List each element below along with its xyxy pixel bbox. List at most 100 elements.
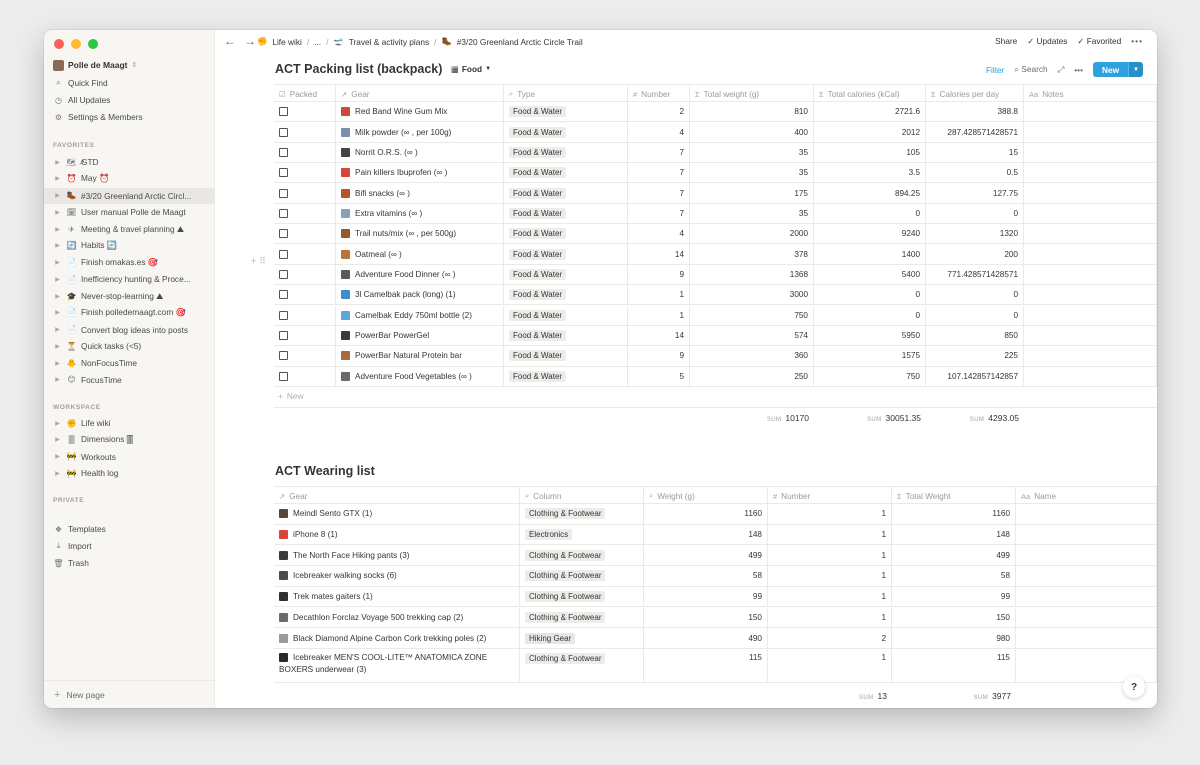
sidebar-favorite-item[interactable]: ▶ 📄 Finish polledemaagt.com 🎯 [44, 305, 215, 321]
per_day-cell[interactable]: 0 [926, 285, 1024, 305]
packed-checkbox[interactable] [279, 208, 288, 218]
table-row[interactable]: Norrit O.R.S. (∞ ) Food & Water 7 35 105 15 [274, 142, 1157, 164]
expand-triangle-icon[interactable]: ▶ [53, 309, 62, 316]
sidebar-item-trash[interactable]: 🗑 Trash [44, 555, 215, 571]
packed-checkbox[interactable] [279, 127, 288, 137]
total-cell[interactable]: 58 [892, 566, 1016, 586]
notes-cell[interactable] [1024, 224, 1157, 244]
notes-cell[interactable] [1024, 285, 1157, 305]
zoom-window-button[interactable] [88, 39, 98, 49]
packed-checkbox[interactable] [279, 371, 288, 381]
col-calories-per-day-header[interactable]: Σ Calories per day [926, 85, 1024, 103]
gear-cell[interactable]: 3l Camelbak pack (long) (1) [336, 285, 504, 305]
table-row[interactable]: Pain killers Ibuprofen (∞ ) Food & Water 7… [274, 163, 1157, 184]
col-total-weight-header[interactable]: Σ Total weight (g) [690, 85, 814, 103]
table-row[interactable]: Meindl Sento GTX (1) Clothing & Footwear 1… [274, 504, 1157, 525]
new-page-button[interactable]: + New page [44, 680, 215, 708]
packed-checkbox[interactable] [279, 351, 288, 361]
expand-triangle-icon[interactable]: ▶ [53, 192, 62, 199]
sidebar-favorite-item[interactable]: ▶ 📄 Convert blog ideas into posts [44, 322, 215, 338]
packed-checkbox[interactable] [279, 188, 288, 198]
sidebar-item-import[interactable]: ⤓ Import [44, 538, 215, 554]
type-cell[interactable]: Food & Water [504, 305, 628, 325]
plus-icon[interactable]: + [251, 256, 256, 267]
new-record-button[interactable]: New ▼ [1092, 62, 1143, 77]
per_day-cell[interactable]: 388.8 [926, 102, 1024, 122]
gear-cell[interactable]: Trek mates gaiters (1) [274, 586, 520, 607]
type-cell[interactable]: Food & Water [504, 122, 628, 142]
per_day-cell[interactable]: 0 [926, 305, 1024, 325]
number-cell[interactable]: 1 [768, 586, 892, 607]
packed-checkbox[interactable] [279, 290, 288, 300]
number-cell[interactable]: 1 [768, 524, 892, 545]
calories-cell[interactable]: 9240 [814, 224, 926, 244]
gear-cell[interactable]: Black Diamond Alpine Carbon Cork trekkin… [274, 628, 520, 648]
table-row[interactable]: Milk powder (∞ , per 100g) Food & Water 4 4… [274, 122, 1157, 143]
per_day-cell[interactable]: 771.428571428571 [926, 264, 1024, 285]
expand-triangle-icon[interactable]: ▶ [53, 259, 62, 266]
sum-number[interactable]: SUM 13 [859, 691, 887, 701]
col-gear-header[interactable]: ↗ Gear [336, 85, 504, 103]
gear-cell[interactable]: Trail nuts/mix (∞ , per 500g) [336, 224, 504, 244]
type-cell[interactable]: Food & Water [504, 244, 628, 264]
gear-cell[interactable]: Pain killers Ibuprofen (∞ ) [336, 163, 504, 183]
weight-cell[interactable]: 810 [690, 102, 814, 122]
packed-checkbox[interactable] [279, 249, 288, 259]
sidebar-workspace-item[interactable]: ▶ 🀫 Dimensions 🀫 [44, 432, 215, 448]
type-cell[interactable]: Food & Water [504, 224, 628, 244]
gear-cell[interactable]: Red Band Wine Gum Mix [336, 102, 504, 122]
type-cell[interactable]: Food & Water [504, 203, 628, 224]
per_day-cell[interactable]: 850 [926, 325, 1024, 346]
notes-cell[interactable] [1024, 325, 1157, 346]
breadcrumb-ellipsis[interactable]: ... [314, 37, 321, 47]
total-cell[interactable]: 1160 [892, 504, 1016, 524]
sidebar-favorite-item[interactable]: ▶ ⏳ Quick tasks (<5) [44, 338, 215, 354]
sidebar-favorite-item[interactable]: ▶ ⏰ May ⏰ [44, 171, 215, 187]
notes-cell[interactable] [1024, 305, 1157, 325]
expand-triangle-icon[interactable]: ▶ [53, 242, 62, 249]
col-number-header[interactable]: # Number [768, 487, 892, 505]
per_day-cell[interactable]: 15 [926, 142, 1024, 163]
notes-cell[interactable] [1024, 122, 1157, 142]
workspace-switcher[interactable]: Polle de Maagt ⇕ [53, 58, 137, 72]
sidebar-favorite-item[interactable]: ▶ 🗺 ↗ GTD [44, 154, 215, 170]
gear-cell[interactable]: The North Face Hiking pants (3) [274, 545, 520, 566]
expand-triangle-icon[interactable]: ▶ [53, 470, 62, 477]
gear-cell[interactable]: Extra vitamins (∞ ) [336, 203, 504, 224]
help-button[interactable]: ? [1123, 676, 1145, 698]
column-cell[interactable]: Clothing & Footwear [520, 648, 644, 682]
packed-checkbox[interactable] [279, 147, 288, 157]
calories-cell[interactable]: 0 [814, 203, 926, 224]
weight-cell[interactable]: 148 [644, 524, 768, 545]
calories-cell[interactable]: 750 [814, 366, 926, 386]
number-cell[interactable]: 14 [628, 244, 690, 264]
gear-cell[interactable]: Adventure Food Vegetables (∞ ) [336, 366, 504, 386]
number-cell[interactable]: 1 [768, 545, 892, 566]
gear-cell[interactable]: iPhone 8 (1) [274, 524, 520, 545]
drag-handle-icon[interactable]: ⠿ [259, 256, 266, 267]
per_day-cell[interactable]: 1320 [926, 224, 1024, 244]
col-total-calories-header[interactable]: Σ Total calories (kCal) [814, 85, 926, 103]
sidebar-favorite-item[interactable]: ▶ 🐥 NonFocusTime [44, 355, 215, 371]
sidebar-workspace-item[interactable]: ▶ ✊ Life wiki [44, 415, 215, 431]
table-row[interactable]: 3l Camelbak pack (long) (1) Food & Water 1… [274, 285, 1157, 306]
number-cell[interactable]: 9 [628, 346, 690, 366]
name-cell[interactable] [1016, 504, 1157, 524]
weight-cell[interactable]: 499 [644, 545, 768, 566]
weight-cell[interactable]: 2000 [690, 224, 814, 244]
name-cell[interactable] [1016, 586, 1157, 607]
sidebar-favorite-item[interactable]: ▶ 🥾 #3/20 Greenland Arctic Circl... [44, 187, 215, 204]
gear-cell[interactable]: Icebreaker walking socks (6) [274, 566, 520, 586]
calories-cell[interactable]: 894.25 [814, 183, 926, 203]
table-row[interactable]: PowerBar PowerGel Food & Water 14 574 5950 85… [274, 325, 1157, 347]
number-cell[interactable]: 1 [768, 607, 892, 628]
more-options-icon[interactable]: ••• [1131, 36, 1143, 46]
column-cell[interactable]: Clothing & Footwear [520, 545, 644, 566]
calories-cell[interactable]: 1575 [814, 346, 926, 366]
number-cell[interactable]: 14 [628, 325, 690, 346]
calories-cell[interactable]: 2012 [814, 122, 926, 142]
total-cell[interactable]: 115 [892, 648, 1016, 682]
packed-checkbox[interactable] [279, 310, 288, 320]
calories-cell[interactable]: 5950 [814, 325, 926, 346]
gear-cell[interactable]: Decathlon Forclaz Voyage 500 trekking ca… [274, 607, 520, 628]
